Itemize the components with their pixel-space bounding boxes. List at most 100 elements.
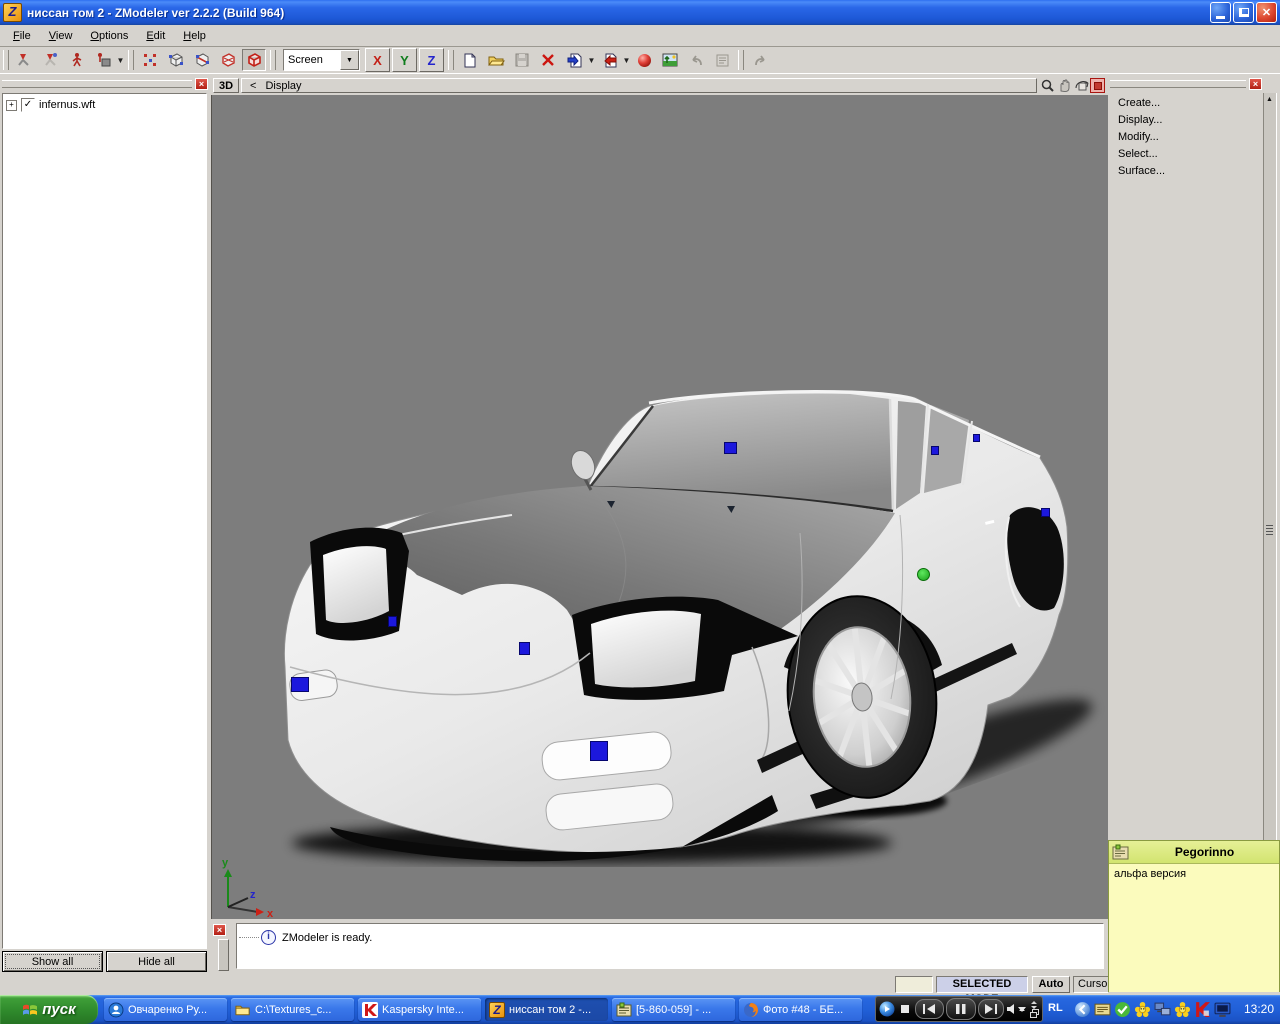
polygons-mode-button[interactable] — [190, 49, 214, 71]
sticky-note[interactable]: Pegorinno альфа версия — [1108, 840, 1280, 992]
taskbar-item-explorer[interactable]: C:\Textures_c... — [231, 998, 354, 1021]
scene-marker-blue[interactable] — [590, 741, 608, 761]
scene-marker-blue[interactable] — [388, 616, 397, 627]
new-file-button[interactable] — [458, 49, 482, 71]
space-dropdown-button[interactable]: ▼ — [340, 50, 359, 70]
panel-grip[interactable] — [1110, 79, 1246, 88]
volume-button[interactable] — [1006, 1001, 1028, 1017]
menu-view[interactable]: View — [40, 28, 82, 44]
stop-button[interactable] — [897, 1001, 913, 1017]
tree-expander[interactable]: + — [6, 99, 17, 111]
objects-mode-button[interactable] — [242, 49, 266, 71]
menu-modify[interactable]: Modify... — [1118, 129, 1165, 146]
panel-grip[interactable] — [2, 79, 192, 88]
orbit-tool-button[interactable] — [1073, 78, 1090, 93]
viewport-menu-collapse[interactable]: < — [250, 80, 256, 92]
scene-marker-blue[interactable] — [291, 677, 309, 692]
edges-mode-button[interactable] — [164, 49, 188, 71]
open-file-button[interactable] — [484, 49, 508, 71]
restore-button[interactable] — [1233, 2, 1254, 23]
log-scrollbar[interactable] — [218, 939, 229, 971]
axis-x-button[interactable]: X — [365, 48, 390, 72]
car-model[interactable]: y z x — [212, 95, 1108, 919]
toolbar-grip[interactable] — [738, 50, 744, 70]
bone-tool-button[interactable] — [39, 49, 63, 71]
menu-create[interactable]: Create... — [1118, 95, 1165, 112]
menu-file[interactable]: File — [4, 28, 40, 44]
close-button[interactable]: ✕ — [1256, 2, 1277, 23]
previous-track-button[interactable] — [914, 999, 944, 1019]
pan-tool-button[interactable] — [1056, 78, 1073, 93]
material-editor-button[interactable] — [632, 49, 656, 71]
tree-row[interactable]: + ✓ infernus.wft — [3, 94, 206, 112]
vertices-mode-button[interactable] — [138, 49, 162, 71]
axis-z-button[interactable]: Z — [419, 48, 444, 72]
panel-scrollbar[interactable]: ▲ — [1263, 93, 1277, 841]
taskbar-item-kaspersky[interactable]: Kaspersky Inte... — [358, 998, 481, 1021]
view-mode-button[interactable]: 3D — [213, 78, 239, 93]
zoom-tool-button[interactable] — [1039, 78, 1056, 93]
toolbar-options-button[interactable] — [1029, 1000, 1039, 1018]
close-panel-icon[interactable]: × — [195, 77, 208, 90]
toolbar-grip[interactable] — [270, 50, 276, 70]
tree-item-label[interactable]: infernus.wft — [39, 99, 95, 111]
auto-button[interactable]: Auto — [1032, 976, 1070, 993]
scroll-up-icon[interactable]: ▲ — [1265, 95, 1274, 105]
scene-marker-blue[interactable] — [1041, 508, 1050, 517]
visibility-checkbox[interactable]: ✓ — [21, 98, 35, 112]
menu-select[interactable]: Select... — [1118, 146, 1165, 163]
maximize-view-button[interactable] — [1090, 78, 1105, 93]
taskbar-clock[interactable]: 13:20 — [1244, 1002, 1274, 1016]
space-dropdown[interactable]: Screen ▼ — [283, 49, 360, 71]
taskbar-item-firefox[interactable]: Фото #48 - БЕ... — [739, 998, 862, 1021]
close-log-icon[interactable]: × — [213, 924, 226, 936]
figure-tool-button[interactable] — [65, 49, 89, 71]
pose-tool-button[interactable] — [13, 49, 37, 71]
tray-network-icon[interactable] — [1154, 1001, 1171, 1018]
scene-marker-blue[interactable] — [724, 442, 737, 454]
skin-tool-button[interactable] — [91, 49, 115, 71]
show-all-button[interactable]: Show all — [2, 951, 103, 972]
taskbar-item-zmodeler[interactable]: Z ниссан том 2 -... — [485, 998, 608, 1021]
scrollbar-thumb[interactable] — [1266, 525, 1273, 537]
commands-panel-header[interactable]: × — [1110, 77, 1262, 90]
export-button[interactable] — [597, 49, 621, 71]
minimize-button[interactable] — [1210, 2, 1231, 23]
import-button[interactable] — [562, 49, 586, 71]
tray-icq-flower2-icon[interactable] — [1174, 1001, 1191, 1018]
next-track-button[interactable] — [977, 999, 1004, 1019]
scene-tree-panel-header[interactable]: × — [2, 77, 208, 90]
scene-marker-blue[interactable] — [519, 642, 530, 655]
taskbar-item-notes[interactable]: [5-860-059] - ... — [612, 998, 735, 1021]
toolbar-grip[interactable] — [3, 50, 9, 70]
media-player-button[interactable] — [879, 1000, 895, 1018]
tray-display-icon[interactable] — [1214, 1001, 1231, 1018]
tray-kaspersky-icon[interactable] — [1194, 1001, 1211, 1018]
menu-surface[interactable]: Surface... — [1118, 163, 1165, 180]
scene-marker-blue[interactable] — [973, 434, 980, 442]
menu-options[interactable]: Options — [81, 28, 137, 44]
close-panel-icon[interactable]: × — [1249, 77, 1262, 90]
texture-browser-button[interactable] — [658, 49, 682, 71]
pause-button[interactable] — [945, 998, 976, 1020]
scene-marker-blue[interactable] — [931, 446, 939, 455]
scene-marker-green[interactable] — [917, 568, 930, 581]
surfaces-mode-button[interactable] — [216, 49, 240, 71]
tray-antivirus-status-icon[interactable] — [1114, 1001, 1131, 1018]
tray-collapse-icon[interactable] — [1074, 1001, 1091, 1018]
taskbar-item-messenger[interactable]: Овчаренко Ру... — [104, 998, 227, 1021]
language-indicator[interactable]: RL — [1048, 1002, 1063, 1014]
toolbar-grip[interactable] — [128, 50, 134, 70]
toolbar-grip[interactable] — [448, 50, 454, 70]
tool-dropdown-arrow[interactable]: ▼ — [116, 49, 125, 71]
note-body[interactable]: альфа версия — [1109, 864, 1279, 992]
menu-edit[interactable]: Edit — [137, 28, 174, 44]
3d-viewport[interactable]: y z x — [211, 95, 1108, 919]
sticky-note-header[interactable]: Pegorinno — [1109, 841, 1279, 864]
delete-button[interactable] — [536, 49, 560, 71]
viewport-display-menu[interactable]: Display — [265, 80, 301, 92]
axis-y-button[interactable]: Y — [392, 48, 417, 72]
menu-display[interactable]: Display... — [1118, 112, 1165, 129]
start-button[interactable]: пуск — [0, 995, 98, 1024]
tray-notes-icon[interactable] — [1094, 1001, 1111, 1018]
